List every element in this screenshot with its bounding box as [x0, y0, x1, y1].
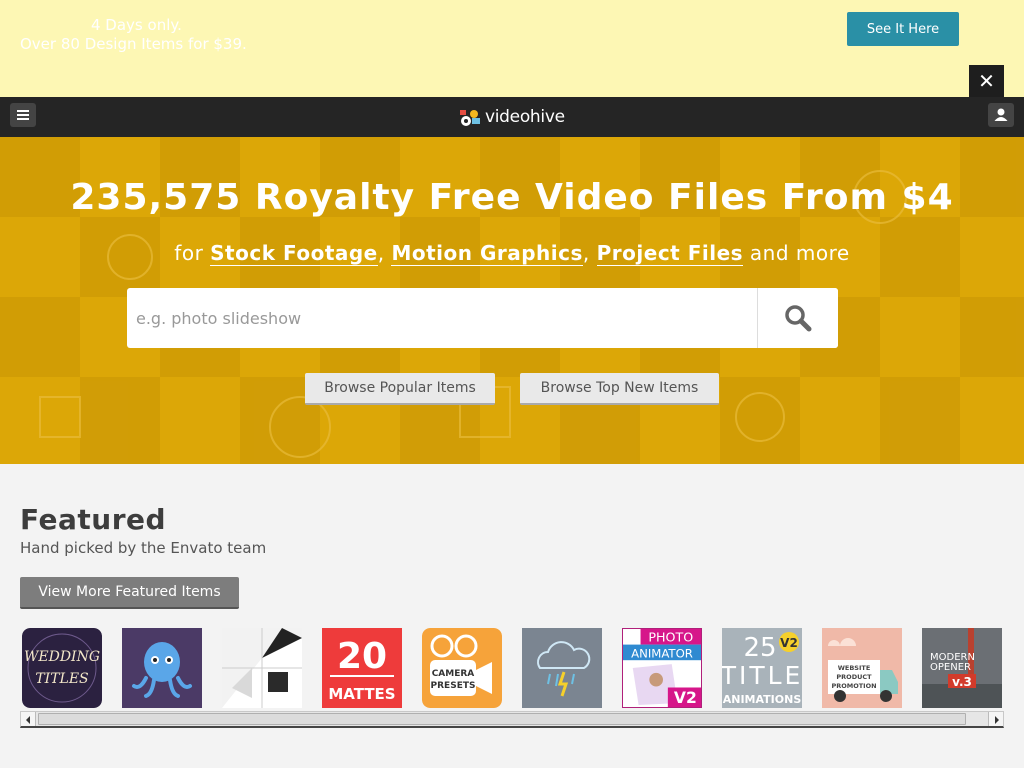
- svg-text:PRODUCT: PRODUCT: [836, 673, 872, 681]
- svg-text:CAMERA: CAMERA: [432, 669, 475, 679]
- featured-subtitle: Hand picked by the Envato team: [20, 539, 267, 557]
- svg-text:TITLES: TITLES: [35, 671, 88, 687]
- motion-graphics-link[interactable]: Motion Graphics: [391, 241, 583, 266]
- promo-banner: 4 Days only. Over 80 Design Items for $3…: [0, 0, 1024, 97]
- svg-text:PHOTO: PHOTO: [648, 630, 693, 645]
- svg-text:ANIMATIONS: ANIMATIONS: [723, 693, 802, 706]
- stock-footage-link[interactable]: Stock Footage: [210, 241, 378, 266]
- hero-title: 235,575 Royalty Free Video Files From $4: [70, 177, 954, 218]
- promo-text: 4 Days only. Over 80 Design Items for $3…: [20, 16, 247, 54]
- search-icon: [785, 305, 812, 332]
- svg-text:V2: V2: [674, 689, 697, 707]
- close-icon[interactable]: ✕: [969, 65, 1004, 97]
- hero-sub-suffix: and more: [749, 241, 850, 265]
- promo-line-1: 4 Days only.: [91, 16, 182, 34]
- scroll-right-icon[interactable]: [988, 712, 1003, 726]
- svg-text:PROMOTION: PROMOTION: [831, 682, 876, 690]
- featured-item-website-promotion[interactable]: WEBSITE PRODUCT PROMOTION: [822, 628, 902, 708]
- featured-item-octopus[interactable]: [122, 628, 202, 708]
- svg-text:TITLE: TITLE: [722, 661, 802, 690]
- project-files-link[interactable]: Project Files: [596, 241, 744, 266]
- featured-item-25-title-animations[interactable]: 25 V2 TITLE ANIMATIONS: [722, 628, 802, 708]
- hero-sub-prefix: for: [174, 241, 204, 265]
- logo-text: videohive: [485, 107, 565, 127]
- see-it-here-button[interactable]: See It Here: [847, 12, 959, 46]
- logo[interactable]: videohive: [458, 105, 565, 129]
- featured-item-camera-presets[interactable]: CAMERA PRESETS: [422, 628, 502, 708]
- hero-subtitle: for Stock Footage, Motion Graphics, Proj…: [174, 241, 850, 266]
- featured-item-cubes[interactable]: [222, 628, 302, 708]
- svg-text:MATTES: MATTES: [328, 685, 395, 703]
- svg-text:PRESETS: PRESETS: [431, 681, 476, 691]
- search-bar: [127, 288, 838, 348]
- svg-text:ANIMATOR: ANIMATOR: [631, 646, 693, 660]
- search-input[interactable]: [127, 288, 757, 348]
- featured-item-20-mattes[interactable]: 20 MATTES: [322, 628, 402, 708]
- hamburger-icon[interactable]: [10, 103, 36, 127]
- promo-line-2: Over 80 Design Items for $39.: [20, 35, 247, 53]
- scrollbar-thumb[interactable]: [38, 713, 966, 725]
- featured-item-wedding-titles[interactable]: WEDDING TITLES: [22, 628, 102, 708]
- featured-title: Featured: [20, 503, 167, 536]
- carousel-scrollbar[interactable]: [20, 711, 1004, 728]
- svg-text:25: 25: [743, 633, 776, 663]
- featured-carousel: WEDDING TITLES 20 MATTES CAMERA PRESETS …: [22, 628, 1007, 708]
- videohive-logo-icon: [460, 110, 480, 126]
- svg-text:V2: V2: [780, 636, 798, 650]
- scroll-left-icon[interactable]: [21, 712, 36, 726]
- hero: 235,575 Royalty Free Video Files From $4…: [0, 137, 1024, 464]
- svg-text:v.3: v.3: [952, 675, 972, 689]
- user-icon[interactable]: [988, 103, 1014, 127]
- featured-item-photo-animator[interactable]: PHOTO ANIMATOR V2: [622, 628, 702, 708]
- search-button[interactable]: [757, 288, 838, 348]
- top-nav: videohive: [0, 97, 1024, 137]
- browse-new-button[interactable]: Browse Top New Items: [520, 373, 719, 405]
- featured-item-weather[interactable]: [522, 628, 602, 708]
- browse-popular-button[interactable]: Browse Popular Items: [305, 373, 495, 405]
- svg-text:WEDDING: WEDDING: [24, 649, 100, 665]
- view-more-featured-button[interactable]: View More Featured Items: [20, 577, 239, 609]
- svg-text:WEBSITE: WEBSITE: [838, 664, 871, 672]
- featured-item-modern-opener[interactable]: MODERN OPENER v.3: [922, 628, 1002, 708]
- svg-text:20: 20: [337, 636, 387, 677]
- svg-text:OPENER: OPENER: [930, 662, 971, 673]
